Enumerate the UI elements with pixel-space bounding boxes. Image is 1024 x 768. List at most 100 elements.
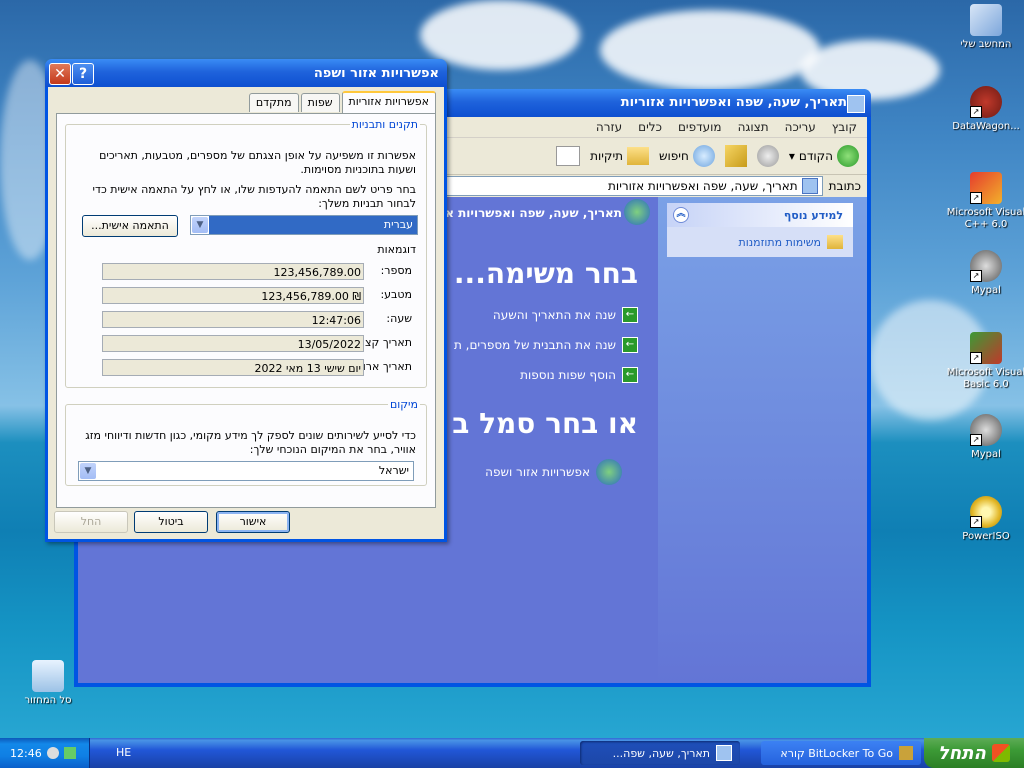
locale-value: עברית xyxy=(209,216,417,234)
samples-heading: דוגמאות xyxy=(377,243,416,256)
menu-file[interactable]: קובץ xyxy=(832,120,857,134)
help-button[interactable]: ? xyxy=(72,63,94,85)
see-also-header[interactable]: למידע נוסף ︽ xyxy=(667,203,853,227)
task-change-date-time[interactable]: ← שנה את התאריך והשעה xyxy=(493,307,638,323)
task-arrow-icon: ← xyxy=(622,307,638,323)
sample-time-label: שעה: xyxy=(386,312,412,325)
desktop-icon-visual-basic[interactable]: ↗ Microsoft Visual Basic 6.0 xyxy=(944,332,1024,391)
desktop-icon-label: Microsoft Visual C++ 6.0 xyxy=(946,207,1024,230)
menu-tools[interactable]: כלים xyxy=(638,120,662,134)
visual-cpp-icon: ↗ xyxy=(970,172,1002,204)
task-arrow-icon: ← xyxy=(622,337,638,353)
dialog-title: אפשרויות אזור ושפה xyxy=(313,66,439,81)
back-button[interactable]: הקודם ▾ xyxy=(789,145,859,167)
see-also-title: למידע נוסף xyxy=(783,208,843,222)
sample-currency-label: מטבע: xyxy=(380,288,412,301)
dialog-titlebar[interactable]: אפשרויות אזור ושפה ✕ ? xyxy=(45,59,447,87)
task-add-languages[interactable]: ← הוסף שפות נוספות xyxy=(520,367,638,383)
tab-languages[interactable]: שפות xyxy=(300,93,340,112)
clock[interactable]: 12:46 xyxy=(10,747,42,760)
visual-basic-icon: ↗ xyxy=(970,332,1002,364)
customize-button[interactable]: התאמה אישית... xyxy=(82,215,178,237)
desktop-icon-my-computer[interactable]: המחשב שלי xyxy=(944,4,1024,51)
sample-time-value: 12:47:06 xyxy=(102,311,364,328)
control-panel-icon xyxy=(801,178,818,194)
task-label: שנה את התבנית של מספרים, ת xyxy=(453,338,616,352)
desktop-icon-mypal-2[interactable]: ↗ Mypal xyxy=(944,414,1024,461)
task-change-format[interactable]: ← שנה את התבנית של מספרים, ת xyxy=(454,337,638,353)
cancel-button[interactable]: ביטול xyxy=(134,511,208,533)
location-value: ישראל xyxy=(378,464,409,477)
taskbar-task-label: BitLocker To Go קורא xyxy=(780,746,893,760)
desktop-icon-poweriso[interactable]: ↗ PowerISO xyxy=(944,496,1024,543)
desktop-icon-visual-cpp[interactable]: ↗ Microsoft Visual C++ 6.0 xyxy=(944,172,1024,231)
address-label: כתובת xyxy=(828,179,861,193)
back-label: הקודם xyxy=(798,149,833,163)
tab-strip: אפשרויות אזוריות שפות מתקדם xyxy=(248,91,436,113)
desktop-icon-label: סל המחזור xyxy=(24,695,72,706)
sample-long-date-value: יום שישי 13 מאי 2022 xyxy=(102,359,364,376)
apply-button[interactable]: החל xyxy=(54,511,128,533)
control-panel-icon xyxy=(716,745,732,761)
taskbar: התחל BitLocker To Go קורא תאריך, שעה, שפ… xyxy=(0,738,1024,768)
cloud xyxy=(600,10,820,90)
menu-favorites[interactable]: מועדפים xyxy=(678,120,722,134)
folders-button[interactable]: תיקיות xyxy=(590,147,650,165)
address-value: תאריך, שעה, שפה ואפשרויות אזוריות xyxy=(608,179,798,193)
forward-button[interactable] xyxy=(756,145,779,167)
menu-edit[interactable]: עריכה xyxy=(785,120,816,134)
taskbar-task-label: תאריך, שעה, שפה... xyxy=(612,746,710,760)
chevron-down-icon: ▾ xyxy=(788,149,795,163)
desktop-icon-label: Microsoft Visual Basic 6.0 xyxy=(946,367,1024,390)
task-arrow-icon: ← xyxy=(622,367,638,383)
see-also-box: למידע נוסף ︽ משימות מתוזמנות xyxy=(667,203,853,257)
cp-icon-regional-options[interactable]: אפשרויות אזור ושפה xyxy=(485,459,622,485)
taskbar-task-control-panel[interactable]: תאריך, שעה, שפה... xyxy=(580,741,740,765)
sample-currency-value: ₪ 123,456,789.00 xyxy=(102,287,364,304)
desktop-icon-label: DataWagon... xyxy=(952,121,1020,132)
mypal-icon: ↗ xyxy=(970,250,1002,282)
ok-button[interactable]: אישור xyxy=(216,511,290,533)
globe-icon xyxy=(596,459,622,485)
language-indicator[interactable]: HE xyxy=(116,746,131,759)
location-select[interactable]: ישראל ▼ xyxy=(78,461,414,481)
cp-icon-label: אפשרויות אזור ושפה xyxy=(485,465,590,479)
explorer-title: תאריך, שעה, שפה ואפשרויות אזוריות xyxy=(620,95,847,110)
regional-options-dialog[interactable]: אפשרויות אזור ושפה ✕ ? אפשרויות אזוריות … xyxy=(45,59,447,542)
pick-icon-heading: או בחר סמל ב xyxy=(452,407,638,440)
tab-regional-options[interactable]: אפשרויות אזוריות xyxy=(341,91,436,113)
task-label: שנה את התאריך והשעה xyxy=(492,308,616,322)
datawagon-icon: ↗ xyxy=(970,86,1002,118)
my-computer-icon xyxy=(970,4,1002,36)
taskbar-task-bitlocker[interactable]: BitLocker To Go קורא xyxy=(761,741,921,765)
dialog-body: אפשרויות אזוריות שפות מתקדם תקנים ותבניו… xyxy=(48,87,444,539)
system-tray: 12:46 xyxy=(0,738,90,768)
standards-description: אפשרות זו משפיעה על אופן הצגתם של מספרים… xyxy=(99,149,416,176)
close-button[interactable]: ✕ xyxy=(49,63,71,85)
desktop-icon-mypal[interactable]: ↗ Mypal xyxy=(944,250,1024,297)
views-button[interactable] xyxy=(556,146,581,166)
menu-help[interactable]: עזרה xyxy=(596,120,622,134)
volume-icon[interactable] xyxy=(46,747,59,759)
location-description: כדי לסייע לשירותים שונים לספק לך מידע מק… xyxy=(85,429,416,456)
desktop-icon-label: Mypal xyxy=(971,449,1001,460)
standards-group: תקנים ותבניות אפשרות זו משפיעה על אופן ה… xyxy=(65,118,427,388)
recycle-bin-icon xyxy=(32,660,64,692)
bitlocker-icon xyxy=(899,746,913,760)
start-button[interactable]: התחל xyxy=(924,738,1024,768)
sample-number-value: 123,456,789.00 xyxy=(102,263,364,280)
desktop-icon-label: Mypal xyxy=(971,285,1001,296)
location-legend: מיקום xyxy=(389,398,418,411)
network-icon[interactable] xyxy=(63,747,76,759)
up-folder-button[interactable] xyxy=(724,145,747,167)
chevron-down-icon: ▼ xyxy=(80,463,96,479)
menu-view[interactable]: תצוגה xyxy=(738,120,769,134)
tab-advanced[interactable]: מתקדם xyxy=(248,93,299,112)
locale-select[interactable]: עברית ▼ xyxy=(190,215,418,235)
desktop-icon-datawagon[interactable]: ↗ DataWagon... xyxy=(944,86,1024,133)
poweriso-icon: ↗ xyxy=(970,496,1002,528)
desktop-icon-label: המחשב שלי xyxy=(960,39,1012,50)
category-header-text: תאריך, שעה, שפה ואפשרויות א xyxy=(445,206,622,220)
scheduled-tasks-link[interactable]: משימות מתוזמנות xyxy=(667,227,853,257)
search-button[interactable]: חיפוש xyxy=(659,145,715,167)
